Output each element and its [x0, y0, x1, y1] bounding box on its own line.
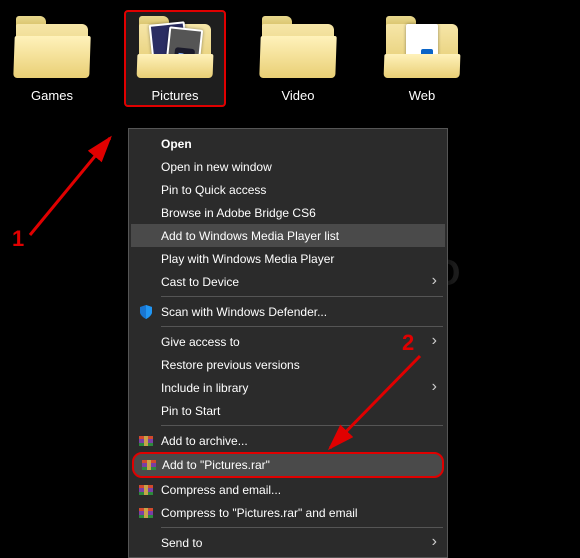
winrar-icon	[137, 481, 155, 499]
menu-separator	[161, 527, 443, 528]
winrar-icon	[140, 456, 158, 474]
menu-compress-email[interactable]: Compress and email...	[131, 478, 445, 501]
menu-open-new-window[interactable]: Open in new window	[131, 155, 445, 178]
folder-games[interactable]: Games	[4, 14, 100, 103]
folder-label: Web	[374, 88, 470, 103]
menu-send-to[interactable]: Send to	[131, 531, 445, 554]
menu-scan-defender[interactable]: Scan with Windows Defender...	[131, 300, 445, 323]
folder-pictures[interactable]: Ps Pictures	[124, 10, 226, 107]
defender-shield-icon	[137, 303, 155, 321]
menu-cast-to-device[interactable]: Cast to Device	[131, 270, 445, 293]
folder-label: Games	[4, 88, 100, 103]
annotation-arrow-2	[290, 348, 440, 468]
menu-add-wmp-list[interactable]: Add to Windows Media Player list	[131, 224, 445, 247]
menu-separator	[161, 296, 443, 297]
desktop: PACITEKNO Games Ps Pictures	[0, 0, 580, 524]
folder-icon	[258, 14, 338, 82]
folder-label: Video	[250, 88, 346, 103]
annotation-label-2: 2	[402, 330, 414, 356]
folder-icon	[382, 14, 462, 82]
winrar-icon	[137, 432, 155, 450]
menu-open[interactable]: Open	[131, 132, 445, 155]
folders-row: Games Ps Pictures Video	[0, 0, 580, 103]
menu-pin-quick-access[interactable]: Pin to Quick access	[131, 178, 445, 201]
folder-video[interactable]: Video	[250, 14, 346, 103]
menu-play-wmp[interactable]: Play with Windows Media Player	[131, 247, 445, 270]
folder-web[interactable]: Web	[374, 14, 470, 103]
menu-compress-rar-email[interactable]: Compress to "Pictures.rar" and email	[131, 501, 445, 524]
folder-label: Pictures	[128, 88, 222, 103]
winrar-icon	[137, 504, 155, 522]
menu-separator	[161, 326, 443, 327]
context-menu: Open Open in new window Pin to Quick acc…	[128, 128, 448, 558]
menu-browse-bridge[interactable]: Browse in Adobe Bridge CS6	[131, 201, 445, 224]
folder-icon	[12, 14, 92, 82]
annotation-label-1: 1	[12, 226, 24, 252]
folder-icon: Ps	[135, 14, 215, 82]
